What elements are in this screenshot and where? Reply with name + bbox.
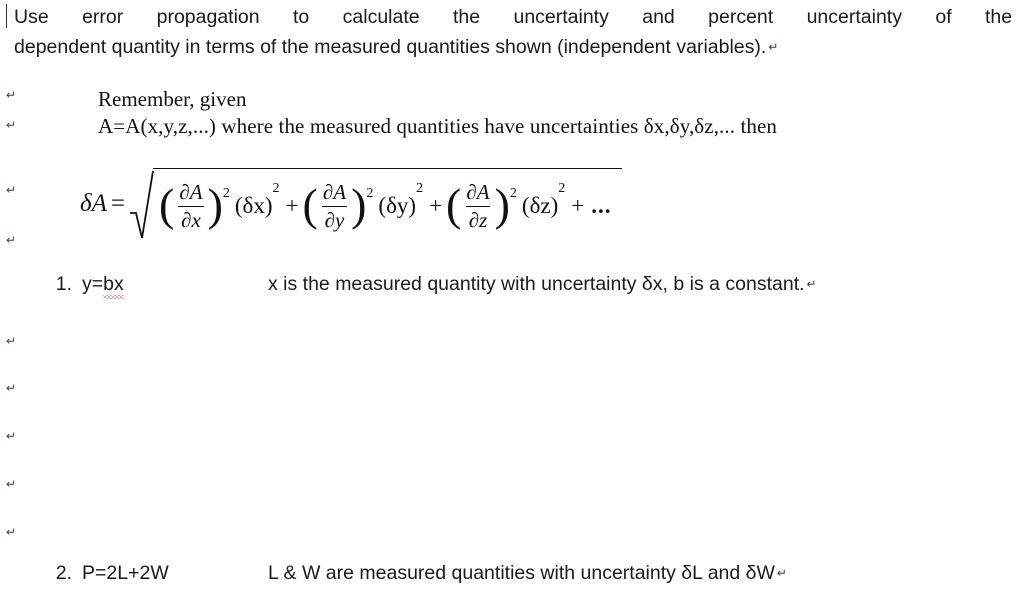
open-paren: ( (446, 178, 462, 230)
partial-denominator: ∂y (321, 206, 348, 233)
open-paren: ( (159, 178, 175, 230)
formula-equals: = (110, 190, 126, 217)
open-paren: ( (302, 178, 318, 230)
close-paren: ) (351, 178, 367, 230)
partial-numerator: ∂A (322, 180, 347, 204)
intro-word: of (935, 6, 952, 28)
margin-return-mark: ↵ (6, 118, 17, 132)
delta-y-term: (δy)2 (378, 181, 425, 219)
margin-return-mark: ↵ (6, 233, 17, 247)
partial-derivative-x: ∂A ∂x (176, 180, 205, 233)
partial-derivative-z: ∂A ∂z (463, 180, 492, 233)
radicand: ( ∂A ∂x ) 2 (δx)2 + ( ∂A ∂y ) 2 (δy)2 + … (153, 168, 622, 240)
partial-denominator: ∂z (465, 206, 491, 233)
intro-line-2-text: dependent quantity in terms of the measu… (14, 36, 767, 58)
intro-word: uncertainty (806, 6, 902, 28)
margin-return-mark: ↵ (6, 88, 17, 102)
intro-word: and (642, 6, 675, 28)
plus-sign: + (429, 192, 443, 218)
partial-numerator: ∂A (179, 180, 203, 204)
intro-word: the (452, 6, 481, 28)
delta-z-term: (δz)2 (521, 181, 567, 219)
intro-line-2: dependent quantity in terms of the measu… (14, 32, 1012, 62)
problem-2-expression: P=2L+2W (82, 562, 169, 584)
remember-line-2: A=A(x,y,z,...) where the measured quanti… (98, 114, 778, 138)
partial-denominator: ∂x (178, 206, 204, 233)
problem-2-description: L & W are measured quantities with uncer… (268, 562, 787, 585)
problem-1-description-text: x is the measured quantity with uncertai… (268, 273, 805, 295)
intro-word: uncertainty (513, 6, 609, 28)
delta-x-label: (δx) (234, 192, 273, 218)
formula-ellipsis: ... (591, 192, 612, 218)
radical-expression: ( ∂A ∂x ) 2 (δx)2 + ( ∂A ∂y ) 2 (δy)2 + … (129, 168, 622, 240)
line-return-mark: ↵ (776, 566, 787, 580)
intro-word: to (293, 6, 310, 28)
text-cursor (6, 4, 7, 28)
intro-word: percent (708, 6, 774, 28)
partial-numerator: ∂A (466, 180, 490, 204)
close-paren: ) (207, 178, 223, 230)
delta-y-label: (δy) (378, 192, 417, 218)
problem-1-description: x is the measured quantity with uncertai… (268, 273, 817, 296)
partial-derivative-y: ∂A ∂y (320, 180, 349, 233)
line-return-mark: ↵ (806, 277, 817, 291)
remember-block: Remember, given A=A(x,y,z,...) where the… (98, 86, 777, 140)
plus-sign: + (571, 192, 585, 218)
margin-return-mark: ↵ (6, 525, 17, 539)
intro-word: calculate (342, 6, 420, 28)
delta-exponent: 2 (558, 180, 566, 196)
problem-1-expression: y=bx (82, 273, 124, 299)
problem-2-number: 2. (55, 562, 72, 584)
problem-1-expression-prefix: y= (82, 273, 104, 295)
margin-return-mark: ↵ (6, 477, 17, 491)
formula-lhs: δA (80, 190, 107, 217)
delta-exponent: 2 (272, 180, 280, 196)
exponent: 2 (222, 185, 230, 201)
delta-z-label: (δz) (521, 192, 559, 218)
error-propagation-formula: δA = ( ∂A ∂x ) 2 (δx)2 + (∂A ∂y) 2 (δy… (80, 168, 622, 240)
margin-return-mark: ↵ (6, 429, 17, 443)
problem-1-expression-misspelled: bx (103, 273, 124, 299)
delta-x-term: (δx)2 (234, 181, 282, 219)
intro-word: error (82, 6, 124, 28)
plus-sign: + (285, 192, 299, 218)
intro-word: propagation (156, 6, 260, 28)
intro-paragraph: Use error propagation to calculate the u… (14, 2, 1012, 62)
intro-word: Use (14, 6, 49, 28)
margin-return-mark: ↵ (6, 381, 17, 395)
delta-exponent: 2 (416, 180, 424, 196)
remember-line-1: Remember, given (98, 87, 247, 111)
radical-sign-icon (129, 168, 155, 240)
intro-word: the (984, 6, 1013, 28)
paragraph-return-mark: ↵ (768, 40, 779, 54)
problem-1-number: 1. (55, 273, 72, 295)
intro-line-1: Use error propagation to calculate the u… (14, 2, 1012, 32)
close-paren: ) (494, 178, 510, 230)
document-page: Use error propagation to calculate the u… (0, 0, 1024, 607)
exponent: 2 (366, 185, 374, 201)
margin-return-mark: ↵ (6, 334, 17, 348)
exponent: 2 (509, 185, 517, 201)
margin-return-mark: ↵ (6, 183, 17, 197)
problem-2-description-text: L & W are measured quantities with uncer… (268, 562, 775, 584)
